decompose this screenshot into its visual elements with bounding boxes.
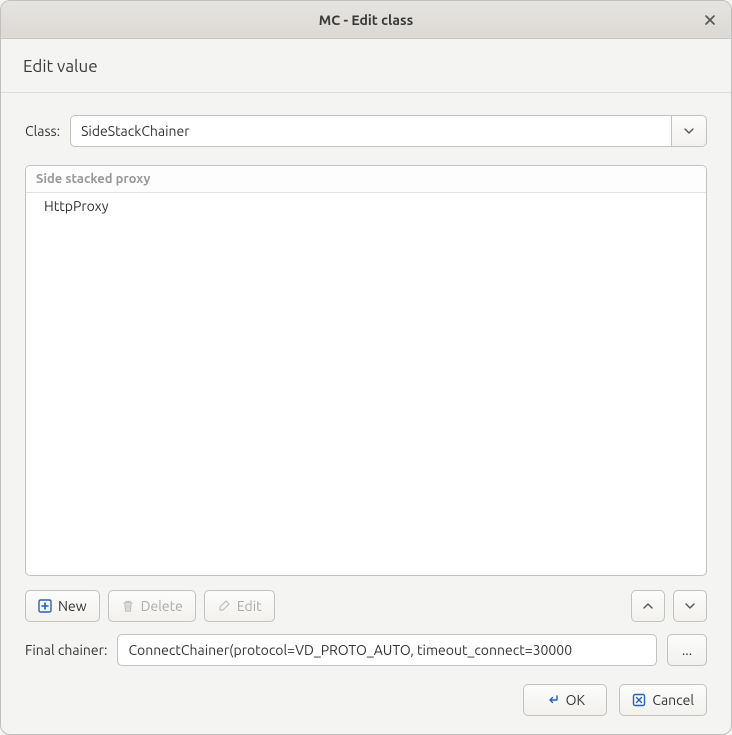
chevron-down-icon: [684, 600, 696, 612]
class-combo: [70, 115, 707, 147]
plus-icon: [38, 599, 52, 613]
main: Class: Side stacked proxy HttpProxy New: [1, 93, 731, 666]
cancel-icon: [632, 693, 646, 707]
class-label: Class:: [25, 123, 60, 139]
page-title: Edit value: [23, 57, 709, 76]
list-toolbar: New Delete Edit: [25, 590, 707, 622]
class-input[interactable]: [70, 115, 671, 147]
chevron-down-icon: [683, 125, 695, 137]
move-up-button[interactable]: [631, 590, 665, 622]
titlebar[interactable]: MC - Edit class: [1, 1, 731, 39]
class-row: Class:: [25, 115, 707, 147]
browse-button[interactable]: ...: [667, 634, 707, 666]
trash-icon: [121, 599, 135, 613]
proxy-list-header[interactable]: Side stacked proxy: [26, 166, 706, 193]
close-icon: [704, 14, 716, 26]
new-button[interactable]: New: [25, 590, 100, 622]
ok-button-label: OK: [566, 692, 585, 708]
class-dropdown-button[interactable]: [671, 115, 707, 147]
chevron-up-icon: [642, 600, 654, 612]
close-button[interactable]: [699, 9, 721, 31]
final-chainer-label: Final chainer:: [25, 642, 107, 658]
content: Edit value Class: Side stacked proxy Htt…: [1, 39, 731, 734]
delete-button[interactable]: Delete: [108, 590, 196, 622]
return-icon: [546, 693, 560, 707]
window-title: MC - Edit class: [319, 12, 414, 28]
ok-button[interactable]: OK: [523, 684, 607, 716]
cancel-button-label: Cancel: [652, 692, 694, 708]
ellipsis-icon: ...: [682, 642, 692, 658]
proxy-list-body[interactable]: HttpProxy: [26, 193, 706, 575]
new-button-label: New: [58, 598, 87, 614]
dialog-window: MC - Edit class Edit value Class: Side s…: [0, 0, 732, 735]
final-chainer-row: Final chainer: ...: [25, 634, 707, 666]
list-item[interactable]: HttpProxy: [26, 193, 706, 219]
section-header: Edit value: [1, 39, 731, 93]
cancel-button[interactable]: Cancel: [619, 684, 707, 716]
dialog-footer: OK Cancel: [1, 666, 731, 716]
delete-button-label: Delete: [141, 598, 183, 614]
proxy-list: Side stacked proxy HttpProxy: [25, 165, 707, 576]
move-down-button[interactable]: [673, 590, 707, 622]
edit-icon: [217, 599, 231, 613]
edit-button-label: Edit: [237, 598, 262, 614]
edit-button[interactable]: Edit: [204, 590, 275, 622]
final-chainer-input[interactable]: [117, 634, 657, 666]
